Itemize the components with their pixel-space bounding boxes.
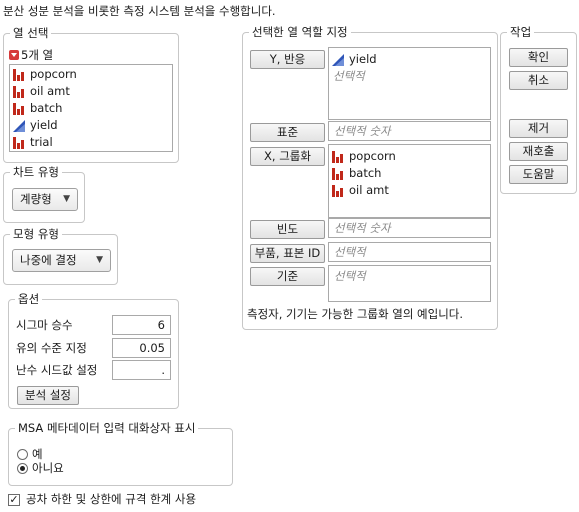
chevron-down-icon: ▼ (63, 194, 70, 204)
y-optional-placeholder: 선택적 (333, 69, 365, 83)
seed-input[interactable]: . (112, 360, 171, 380)
model-type-panel: 모형 유형 나중에 결정 ▼ (3, 227, 118, 285)
column-item-yield[interactable]: yield (10, 117, 172, 134)
actions-panel: 작업 확인 취소 제거 재호출 도움말 (500, 25, 577, 194)
column-name: batch (30, 101, 63, 115)
y-item-yield[interactable]: yield (329, 51, 490, 68)
column-name: popcorn (30, 67, 77, 81)
msa-no-label: 아니요 (32, 461, 64, 475)
frequency-button[interactable]: 빈도 (250, 220, 325, 239)
spec-limits-label: 공차 하한 및 상한에 규격 한계 사용 (26, 492, 197, 506)
seed-label: 난수 시드값 설정 (16, 363, 98, 377)
x-item-label: batch (349, 166, 382, 180)
msa-title: MSA 메타데이터 입력 대화상자 표시 (15, 421, 199, 435)
x-item-batch[interactable]: batch (329, 165, 490, 182)
alpha-label: 유의 수준 지정 (16, 341, 87, 355)
chart-type-panel: 차트 유형 계량형 ▼ (3, 165, 85, 223)
cancel-button[interactable]: 취소 (509, 71, 568, 90)
radio-no[interactable] (17, 463, 28, 474)
column-item-batch[interactable]: batch (10, 100, 172, 117)
sigma-input[interactable]: 6 (112, 315, 171, 335)
column-item-popcorn[interactable]: popcorn (10, 66, 172, 83)
column-count-label: 5개 열 (21, 48, 54, 62)
column-listbox[interactable]: popcorn oil amt batch yield trial (9, 64, 173, 152)
role-panel: 선택한 열 역할 지정 Y, 반응 yield 선택적 표준 선택적 숫자 X,… (242, 25, 498, 330)
continuous-triangle-icon (13, 119, 25, 132)
standard-button[interactable]: 표준 (250, 123, 325, 142)
radio-yes[interactable] (17, 449, 28, 460)
model-type-value: 나중에 결정 (20, 253, 77, 267)
x-item-label: oil amt (349, 183, 389, 197)
help-button[interactable]: 도움말 (509, 165, 568, 184)
column-select-title: 열 선택 (10, 26, 52, 40)
standard-input[interactable]: 선택적 숫자 (328, 121, 491, 141)
sigma-label: 시그마 승수 (16, 318, 73, 332)
chart-type-value: 계량형 (20, 192, 52, 206)
analysis-settings-button[interactable]: 분석 설정 (17, 386, 79, 405)
nominal-bar-icon (332, 150, 344, 163)
msa-no-option[interactable]: 아니요 (17, 460, 64, 476)
x-grouping-listbox[interactable]: popcorn batch oil amt (328, 144, 491, 218)
options-title: 옵션 (15, 292, 43, 306)
msa-panel: MSA 메타데이터 입력 대화상자 표시 예 아니요 (8, 421, 233, 486)
column-name: oil amt (30, 84, 70, 98)
role-title: 선택한 열 역할 지정 (249, 25, 351, 39)
spec-limits-checkbox[interactable]: ✓ (8, 493, 20, 506)
dialog-description: 분산 성분 분석을 비롯한 측정 시스템 분석을 수행합니다. (3, 4, 276, 18)
part-sample-id-input[interactable]: 선택적 (328, 242, 491, 262)
x-item-oil-amt[interactable]: oil amt (329, 182, 490, 199)
y-item-label: yield (349, 52, 377, 66)
column-select-panel: 열 선택 5개 열 popcorn oil amt batch yield tr… (3, 26, 179, 163)
alpha-input[interactable]: 0.05 (112, 338, 171, 358)
spec-limits-option[interactable]: ✓ 공차 하한 및 상한에 규격 한계 사용 (8, 491, 196, 507)
remove-button[interactable]: 제거 (509, 119, 568, 138)
nominal-bar-icon (332, 184, 344, 197)
y-response-button[interactable]: Y, 반응 (250, 50, 325, 69)
by-button[interactable]: 기준 (250, 267, 325, 286)
column-item-oil-amt[interactable]: oil amt (10, 83, 172, 100)
ok-button[interactable]: 확인 (509, 48, 568, 67)
frequency-input[interactable]: 선택적 숫자 (328, 218, 491, 238)
x-grouping-button[interactable]: X, 그룹화 (250, 147, 325, 166)
by-listbox[interactable]: 선택적 (328, 265, 491, 302)
continuous-triangle-icon (332, 53, 344, 66)
nominal-bar-icon (13, 136, 25, 149)
nominal-bar-icon (332, 167, 344, 180)
actions-title: 작업 (507, 25, 535, 39)
msa-yes-label: 예 (32, 447, 43, 461)
y-response-listbox[interactable]: yield 선택적 (328, 47, 491, 120)
column-name: trial (30, 135, 53, 149)
role-note: 측정자, 기기는 가능한 그룹화 열의 예입니다. (247, 307, 464, 321)
model-type-title: 모형 유형 (10, 227, 62, 241)
nominal-bar-icon (13, 68, 25, 81)
options-panel: 옵션 시그마 승수 6 유의 수준 지정 0.05 난수 시드값 설정 . 분석… (8, 292, 179, 409)
x-item-label: popcorn (349, 149, 396, 163)
by-placeholder: 선택적 (334, 269, 366, 283)
x-item-popcorn[interactable]: popcorn (329, 148, 490, 165)
nominal-bar-icon (13, 102, 25, 115)
nominal-bar-icon (13, 85, 25, 98)
recall-button[interactable]: 재호출 (509, 142, 568, 161)
column-item-trial[interactable]: trial (10, 134, 172, 151)
collapse-menu-icon[interactable] (9, 50, 19, 60)
chevron-down-icon: ▼ (96, 255, 103, 265)
column-count-row[interactable]: 5개 열 (9, 47, 53, 63)
chart-type-dropdown[interactable]: 계량형 ▼ (12, 188, 78, 211)
column-name: yield (30, 118, 58, 132)
part-sample-id-button[interactable]: 부품, 표본 ID (250, 244, 325, 263)
chart-type-title: 차트 유형 (10, 165, 62, 179)
model-type-dropdown[interactable]: 나중에 결정 ▼ (12, 249, 111, 272)
